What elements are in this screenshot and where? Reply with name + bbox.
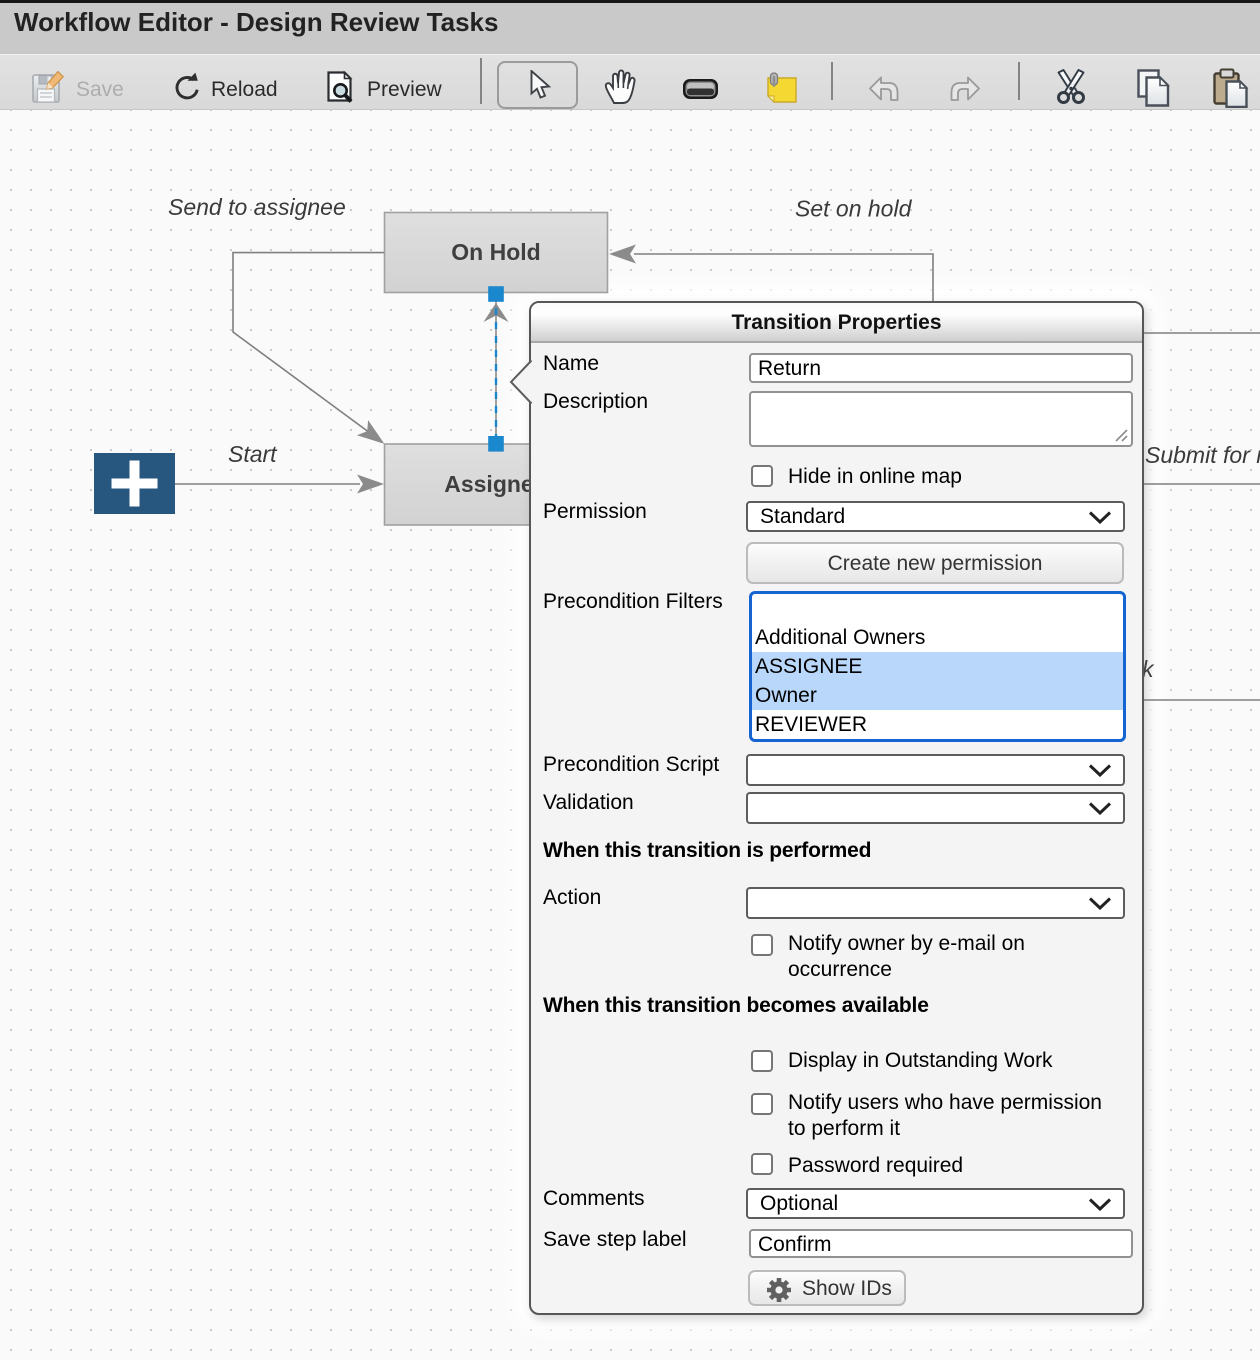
svg-text:Start: Start (228, 441, 278, 467)
svg-text:Send to assignee: Send to assignee (168, 194, 346, 220)
svg-text:On Hold: On Hold (451, 239, 540, 265)
svg-text:Set on hold: Set on hold (795, 196, 913, 222)
svg-text:Submit for review: Submit for review (1145, 442, 1260, 468)
